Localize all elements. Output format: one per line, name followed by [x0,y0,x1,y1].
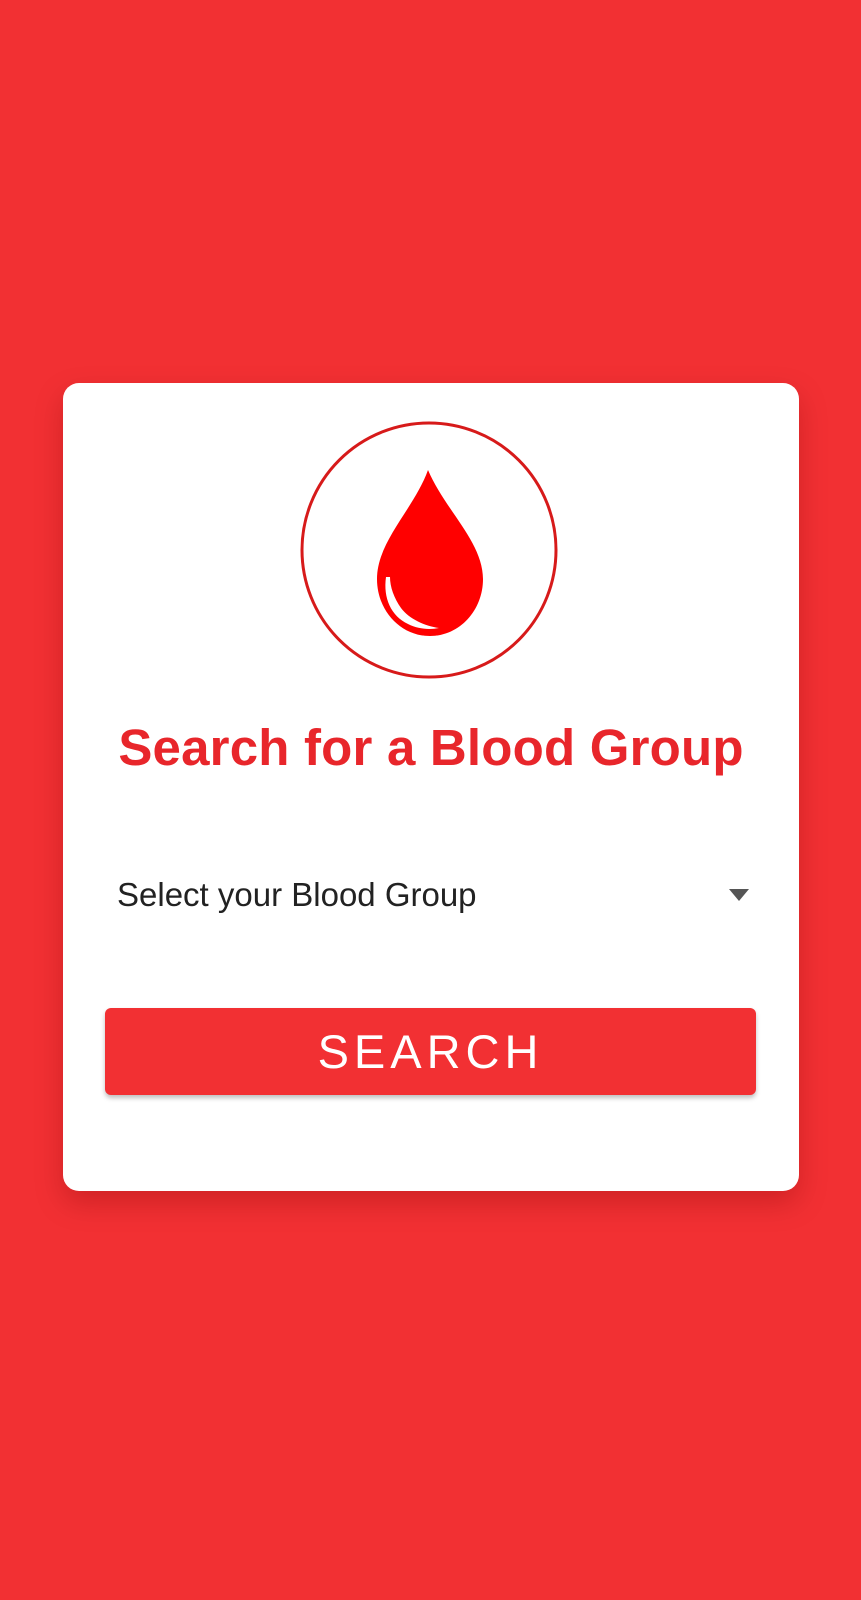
search-button[interactable]: SEARCH [105,1008,756,1095]
blood-drop-icon [300,421,558,679]
blood-group-select[interactable]: Select your Blood Group [117,860,753,930]
blood-group-select-value: Select your Blood Group [117,876,477,913]
blood-drop-logo [300,421,558,679]
page-title: Search for a Blood Group [118,719,744,776]
chevron-down-icon [729,889,749,901]
search-button-label: SEARCH [317,1024,544,1078]
search-card: Search for a Blood Group Select your Blo… [63,383,799,1191]
